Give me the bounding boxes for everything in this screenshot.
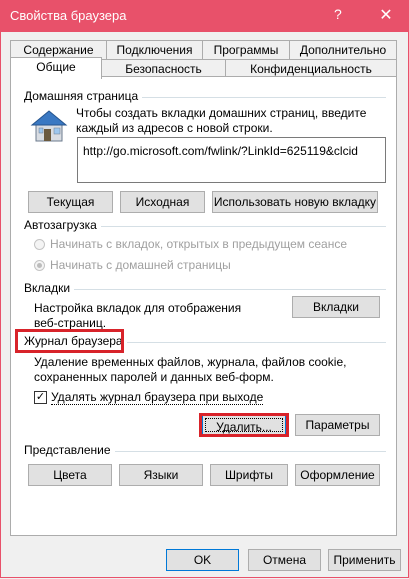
radio-home-page[interactable] (34, 260, 45, 271)
tab-general[interactable]: Общие (10, 57, 102, 79)
delete-on-exit-label: Удалять журнал браузера при выходе (51, 390, 264, 405)
home-page-group-title: Домашняя страница (24, 89, 143, 103)
home-page-description-line2: каждый из адресов с новой строки. (76, 121, 273, 135)
tabs-description-line1: Настройка вкладок для отображения (34, 301, 242, 315)
history-title-highlight (15, 329, 124, 353)
apply-button[interactable]: Применить (328, 549, 401, 571)
tabs-settings-button[interactable]: Вкладки (292, 296, 380, 318)
group-divider (126, 342, 386, 343)
home-page-description-line1: Чтобы создать вкладки домашних страниц, … (76, 106, 367, 120)
tab-connections[interactable]: Подключения (106, 40, 203, 59)
home-page-url-field[interactable]: http://go.microsoft.com/fwlink/?LinkId=6… (77, 137, 386, 183)
tab-programs[interactable]: Программы (202, 40, 290, 59)
use-new-tab-button[interactable]: Использовать новую вкладку (212, 191, 378, 213)
delete-on-exit-checkbox[interactable]: ✓ (34, 391, 47, 404)
history-description-line2: сохраненных паролей и данных веб-форм. (34, 370, 274, 384)
tabs-group-title: Вкладки (24, 281, 75, 295)
languages-button[interactable]: Языки (119, 464, 203, 486)
close-button[interactable]: ✕ (372, 4, 400, 28)
use-current-button[interactable]: Текущая (28, 191, 113, 213)
fonts-button[interactable]: Шрифты (210, 464, 288, 486)
window-title: Свойства браузера (10, 8, 127, 23)
use-default-button[interactable]: Исходная (120, 191, 205, 213)
appearance-group-title: Представление (24, 443, 115, 457)
title-bar: Свойства браузера ? ✕ (0, 0, 409, 32)
group-divider (24, 289, 386, 290)
house-icon (30, 107, 70, 145)
history-description-line1: Удаление временных файлов, журнала, файл… (34, 355, 347, 369)
radio-home-page-label: Начинать с домашней страницы (50, 258, 231, 272)
tab-advanced[interactable]: Дополнительно (289, 40, 397, 59)
accessibility-button[interactable]: Оформление (295, 464, 380, 486)
cancel-button[interactable]: Отмена (248, 549, 321, 571)
ok-button[interactable]: OK (166, 549, 239, 571)
radio-previous-session[interactable] (34, 239, 45, 250)
radio-previous-session-label: Начинать с вкладок, открытых в предыдуще… (50, 237, 347, 251)
colors-button[interactable]: Цвета (28, 464, 112, 486)
help-button[interactable]: ? (334, 6, 342, 22)
history-settings-button[interactable]: Параметры (295, 414, 380, 436)
delete-button-highlight (199, 413, 289, 437)
startup-group-title: Автозагрузка (24, 218, 101, 232)
home-page-url-value: http://go.microsoft.com/fwlink/?LinkId=6… (83, 144, 358, 158)
